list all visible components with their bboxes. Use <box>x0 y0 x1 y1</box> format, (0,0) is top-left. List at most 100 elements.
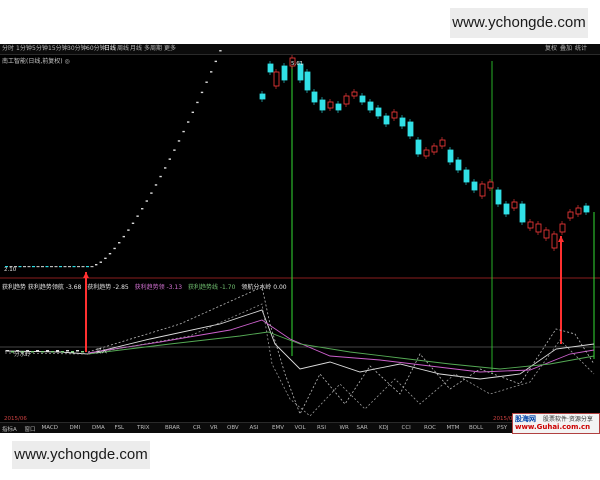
legend-item-3: 获利趋势领 -3.13 <box>134 284 183 291</box>
candle <box>219 50 222 52</box>
logo-slogan: 股票软件·资源分享 <box>543 416 593 423</box>
candle <box>154 184 158 186</box>
indicator-tab-14[interactable]: RSI <box>317 425 326 431</box>
candle-body <box>495 189 502 205</box>
candle <box>104 257 107 260</box>
indicator-bar <box>56 350 59 352</box>
indicator-legend: 获利趋势 获利趋势领航 -3.68 获利趋势 -2.85 获利趋势领 -3.13… <box>2 282 291 291</box>
indicator-bar <box>46 350 49 352</box>
indicator-tab-5[interactable]: FSL <box>115 425 125 431</box>
candle-body <box>471 181 478 191</box>
indicator-bar <box>71 351 74 353</box>
candle <box>90 266 94 268</box>
candle <box>164 167 167 169</box>
candle <box>159 175 162 178</box>
candle-body <box>527 221 534 229</box>
indicator-bar <box>81 351 84 353</box>
indicator-tab-6[interactable]: TRIX <box>137 425 150 431</box>
indicator-tab-12[interactable]: EMV <box>272 425 284 431</box>
legend-item-4: 获利趋势线 -1.70 <box>187 284 236 291</box>
indicator-line-dotted-lower <box>4 303 595 417</box>
candle <box>113 247 116 250</box>
indicator-tab-9[interactable]: VR <box>210 425 218 431</box>
candle <box>205 81 208 83</box>
candle-body <box>519 203 526 223</box>
indicator-bar <box>66 350 69 352</box>
indicator-bar <box>6 350 9 352</box>
candle <box>50 266 53 268</box>
legend-item-2: 获利趋势 -2.85 <box>87 284 129 291</box>
candle <box>187 121 190 123</box>
indicator-line-purple <box>87 319 595 373</box>
indicator-tab-16[interactable]: SAR <box>357 425 368 431</box>
guhai-logo: 股海网 股票软件·资源分享 www.Guhai.com.cn <box>512 413 600 434</box>
candle-body <box>567 211 574 219</box>
candle <box>77 266 80 268</box>
candle <box>18 266 22 268</box>
candle <box>99 261 102 263</box>
candle <box>127 229 130 231</box>
candle-body <box>415 139 422 155</box>
candle-body <box>375 107 382 117</box>
indicator-tab-11[interactable]: ASI <box>250 425 259 431</box>
candle-body <box>583 205 590 213</box>
candle <box>145 200 148 202</box>
candle <box>41 266 44 268</box>
indicator-tab-3[interactable]: DMI <box>70 425 81 431</box>
indicator-tab-7[interactable]: BRAR <box>165 425 180 431</box>
candle <box>63 266 67 268</box>
chart-window: 分时 1分钟 5分钟 15分钟 30分钟 60分钟 日线 周线 月线 多周期 更… <box>0 44 600 433</box>
logo-url: www.Guhai.com.cn <box>515 423 591 431</box>
candle-body <box>391 111 398 119</box>
candle <box>86 266 89 268</box>
candle <box>45 266 49 268</box>
indicator-tab-15[interactable]: WR <box>340 425 349 431</box>
indicator-tab-13[interactable]: VOL <box>295 425 306 431</box>
indicator-bar <box>61 351 64 353</box>
candle <box>214 60 217 63</box>
candle-body <box>351 91 358 97</box>
candle-body <box>367 101 374 111</box>
indicator-tab-1[interactable]: 窗口 <box>25 425 36 433</box>
candle <box>23 266 26 268</box>
candle-body <box>439 139 446 147</box>
candle-body <box>311 91 318 103</box>
indicator-tab-2[interactable]: MACD <box>42 425 59 431</box>
indicator-tab-21[interactable]: BOLL <box>469 425 483 431</box>
indicator-tab-0[interactable]: 指标A <box>2 425 17 433</box>
candle-body <box>575 207 582 215</box>
candle-body <box>273 71 280 87</box>
candle-body <box>383 115 390 125</box>
indicator-tab-20[interactable]: MTM <box>447 425 460 431</box>
candle <box>108 252 112 255</box>
indicator-line-green <box>87 331 595 370</box>
candle <box>168 158 171 160</box>
candle-body <box>399 117 406 127</box>
buy-arrow-1-head <box>83 272 89 278</box>
candle <box>54 266 58 268</box>
indicator-bar <box>41 351 44 353</box>
indicator-bar <box>36 350 39 352</box>
candle <box>136 215 139 217</box>
candle-body <box>423 149 430 157</box>
candle <box>27 266 31 268</box>
indicator-tab-22[interactable]: PSY <box>497 425 507 431</box>
indicator-tab-10[interactable]: OBV <box>227 425 239 431</box>
indicator-tab-19[interactable]: ROC <box>424 425 436 431</box>
indicator-tab-17[interactable]: KDJ <box>379 425 388 431</box>
candle-body <box>407 121 414 137</box>
indicator-tab-4[interactable]: DMA <box>92 425 105 431</box>
candle <box>141 208 144 210</box>
candle-body <box>267 63 274 73</box>
indicator-tab-8[interactable]: CR <box>193 425 201 431</box>
candle-body <box>511 201 518 209</box>
candle-body <box>447 149 454 163</box>
candle-body <box>431 145 438 153</box>
low-price-label: 2.10 <box>4 267 17 273</box>
indicator-tab-18[interactable]: CCI <box>402 425 411 431</box>
candle-body <box>487 181 494 189</box>
high-price-label: 5.61 <box>291 61 304 67</box>
candle <box>200 91 204 94</box>
buy-signal-label: 买入 <box>96 349 108 355</box>
candle-body <box>479 183 486 197</box>
